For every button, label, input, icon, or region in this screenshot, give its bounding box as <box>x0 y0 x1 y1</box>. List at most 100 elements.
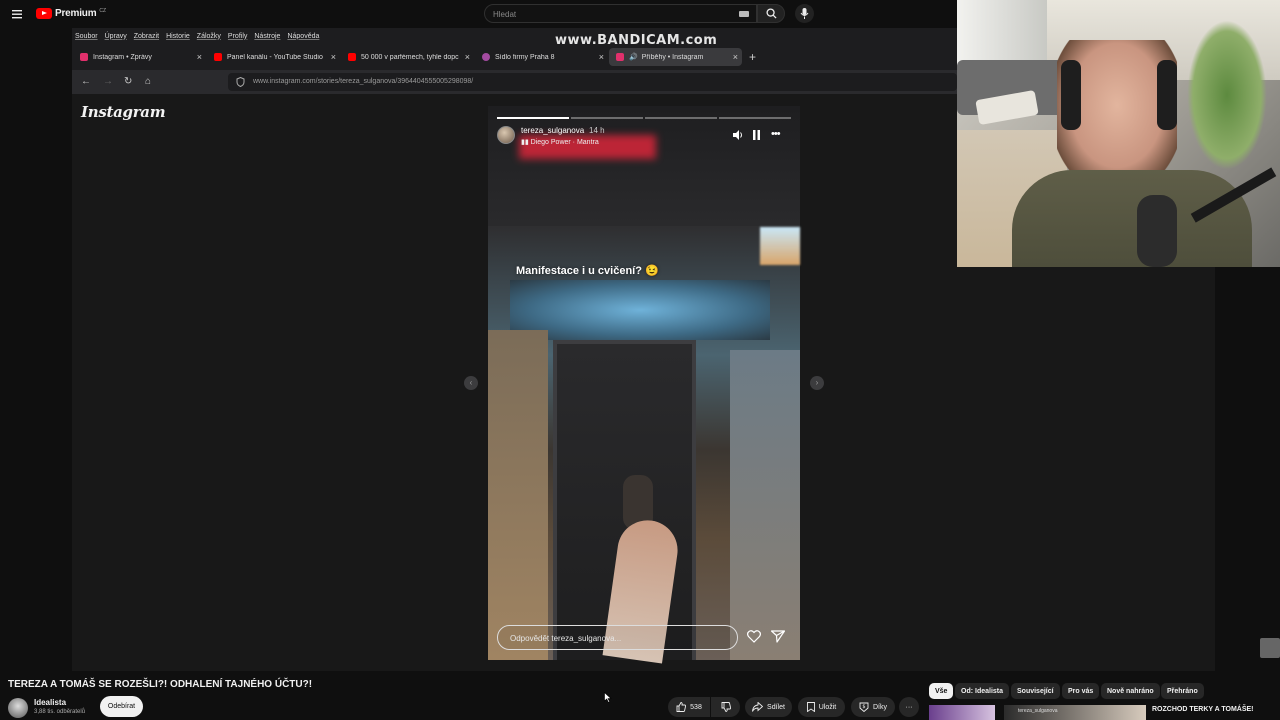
instagram-logo[interactable]: Instagram <box>81 103 166 121</box>
pause-icon[interactable] <box>752 130 761 140</box>
browser-tab[interactable]: 50 000 v parfémech, tyhle dopc × <box>341 48 474 66</box>
send-icon[interactable] <box>771 630 785 643</box>
webcam-plant <box>1187 20 1267 170</box>
dislike-button[interactable] <box>711 697 740 717</box>
svg-text:$: $ <box>862 704 865 710</box>
new-tab-button[interactable]: + <box>749 50 756 64</box>
instagram-favicon-icon <box>616 53 624 61</box>
menu-zalozky[interactable]: Záložky <box>197 33 221 40</box>
webcam-headphones <box>1157 60 1177 130</box>
address-bar[interactable]: www.instagram.com/stories/tereza_sulgano… <box>228 73 957 91</box>
browser-tab-active[interactable]: 🔊 Příběhy • Instagram × <box>609 48 742 66</box>
menu-nastroje[interactable]: Nástroje <box>254 33 280 40</box>
story-image-window <box>510 280 770 340</box>
thanks-button[interactable]: $ Díky <box>851 697 895 717</box>
browser-tab[interactable]: Instagram • Zprávy × <box>73 48 206 66</box>
menu-zobrazit[interactable]: Zobrazit <box>134 33 159 40</box>
reply-input[interactable]: Odpovědět tereza_sulganova... <box>497 625 738 650</box>
menu-napoveda[interactable]: Nápověda <box>287 33 319 40</box>
save-label: Uložit <box>818 703 837 711</box>
story-image-light <box>760 227 800 265</box>
chip-recently-uploaded[interactable]: Nově nahráno <box>1101 683 1160 699</box>
browser-tab[interactable]: Panel kanálu - YouTube Studio × <box>207 48 340 66</box>
search-icon <box>765 8 777 19</box>
music-bars-icon: ▮▮ <box>521 139 531 146</box>
heart-icon[interactable] <box>747 630 761 643</box>
thanks-label: Díky <box>873 703 887 711</box>
webcam-overlay <box>957 0 1280 267</box>
more-icon: ··· <box>905 703 913 711</box>
browser-menu-bar: Soubor Úpravy Zobrazit Historie Záložky … <box>72 29 957 43</box>
thumbnail-overlay-text: tereza_sulganova <box>1018 708 1058 714</box>
story-username[interactable]: tereza_sulganova <box>521 126 584 135</box>
menu-profily[interactable]: Profily <box>228 33 247 40</box>
chip-for-you[interactable]: Pro vás <box>1062 683 1100 699</box>
youtube-logo[interactable]: Premium CZ <box>36 8 106 19</box>
story-image-floor <box>730 350 800 660</box>
search-button[interactable] <box>757 4 785 23</box>
avatar[interactable] <box>497 126 515 144</box>
voice-search-button[interactable] <box>795 4 814 23</box>
thumbs-down-icon <box>721 702 731 712</box>
next-story-button[interactable]: › <box>810 376 824 390</box>
webcam-headphones <box>1061 60 1081 130</box>
channel-name[interactable]: Idealista <box>34 698 66 707</box>
side-thumbnail[interactable] <box>1260 638 1280 658</box>
tab-label: Instagram • Zprávy <box>93 53 152 61</box>
region-code: CZ <box>99 7 107 14</box>
chip-related[interactable]: Související <box>1011 683 1060 699</box>
related-video-thumbnail[interactable] <box>929 705 995 720</box>
bandicam-watermark: www.BANDICAM.com <box>555 33 718 48</box>
tab-close-icon[interactable]: × <box>599 52 604 62</box>
audio-playing-icon[interactable]: 🔊 <box>629 53 638 61</box>
avatar[interactable] <box>8 698 28 718</box>
tab-label: 50 000 v parfémech, tyhle dopc <box>361 53 459 61</box>
volume-icon[interactable] <box>733 130 744 140</box>
youtube-favicon-icon <box>348 53 356 61</box>
search-input[interactable]: Hledat <box>484 4 757 23</box>
tab-close-icon[interactable]: × <box>197 52 202 62</box>
youtube-logo-text: Premium <box>55 8 97 19</box>
share-icon <box>752 702 764 712</box>
menu-upravy[interactable]: Úpravy <box>105 33 127 40</box>
tab-close-icon[interactable]: × <box>465 52 470 62</box>
menu-historie[interactable]: Historie <box>166 33 190 40</box>
chip-all[interactable]: Vše <box>929 683 954 699</box>
tab-close-icon[interactable]: × <box>733 52 738 62</box>
story-music-label[interactable]: ▮▮ Diego Power · Mantra <box>521 138 599 146</box>
browser-tab[interactable]: Sídlo firmy Praha 8 × <box>475 48 608 66</box>
keyboard-icon[interactable] <box>739 11 749 17</box>
forward-arrow-icon[interactable]: → <box>103 76 113 87</box>
related-video-title[interactable]: ROZCHOD TERKY A TOMÁŠE! <box>1152 706 1254 713</box>
chip-from-channel[interactable]: Od: Idealista <box>955 683 1010 699</box>
more-actions-button[interactable]: ··· <box>899 697 919 717</box>
share-label: Sdílet <box>767 703 785 711</box>
super-thanks-icon: $ <box>859 702 869 712</box>
reload-icon[interactable]: ↻ <box>124 76 132 87</box>
youtube-play-icon <box>36 8 52 19</box>
instagram-favicon-icon <box>80 53 88 61</box>
menu-soubor[interactable]: Soubor <box>75 33 98 40</box>
back-arrow-icon[interactable]: ← <box>81 76 91 87</box>
story-progress-segment <box>719 117 791 119</box>
subscribe-button[interactable]: Odebírat <box>100 696 143 717</box>
related-video-thumbnail[interactable]: tereza_sulganova <box>1004 705 1146 720</box>
save-button[interactable]: Uložit <box>798 697 845 717</box>
map-pin-favicon-icon <box>482 53 490 61</box>
more-options-icon[interactable]: ••• <box>771 128 781 140</box>
tab-close-icon[interactable]: × <box>331 52 336 62</box>
story-progress-segment <box>645 117 717 119</box>
previous-story-button[interactable]: ‹ <box>464 376 478 390</box>
like-button[interactable]: 538 <box>668 697 710 717</box>
shield-icon[interactable] <box>236 77 245 87</box>
tab-label: Příběhy • Instagram <box>641 53 704 61</box>
story-timestamp: 14 h <box>589 126 605 135</box>
hamburger-menu-icon[interactable] <box>12 8 24 20</box>
share-button[interactable]: Sdílet <box>745 697 792 717</box>
story-image-floor <box>488 330 548 660</box>
chip-watched[interactable]: Přehráno <box>1161 683 1204 699</box>
story-progress-segment <box>497 117 569 119</box>
music-track: Diego Power · Mantra <box>530 139 599 146</box>
tab-label: Sídlo firmy Praha 8 <box>495 53 555 61</box>
home-icon[interactable]: ⌂ <box>145 76 151 87</box>
